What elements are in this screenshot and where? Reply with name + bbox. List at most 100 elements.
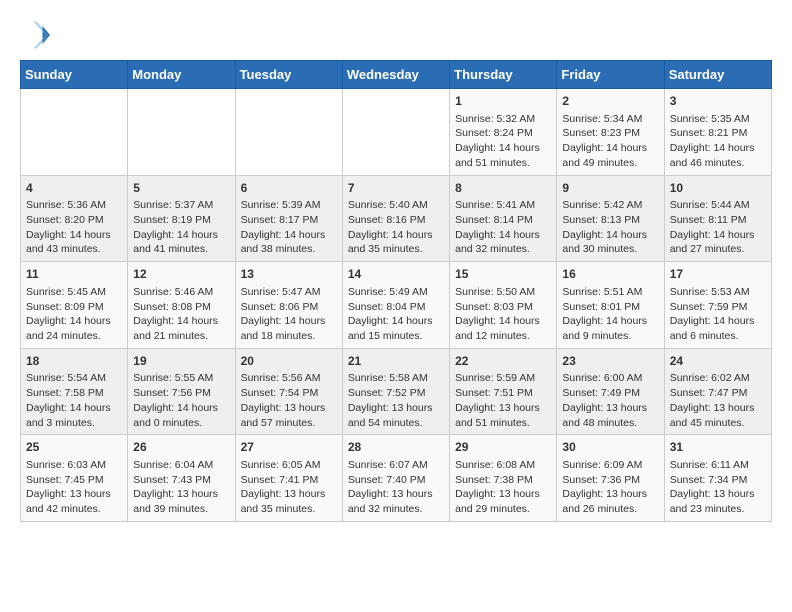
calendar-cell: 24Sunrise: 6:02 AMSunset: 7:47 PMDayligh… — [664, 348, 771, 435]
calendar-cell — [128, 89, 235, 176]
calendar-week-4: 18Sunrise: 5:54 AMSunset: 7:58 PMDayligh… — [21, 348, 772, 435]
calendar-cell: 15Sunrise: 5:50 AMSunset: 8:03 PMDayligh… — [450, 262, 557, 349]
cell-content: Sunset: 7:52 PM — [348, 386, 444, 401]
cell-content: Sunset: 8:20 PM — [26, 213, 122, 228]
cell-content: Sunset: 7:45 PM — [26, 473, 122, 488]
cell-content: Sunset: 7:36 PM — [562, 473, 658, 488]
cell-content: Daylight: 14 hours and 49 minutes. — [562, 141, 658, 170]
calendar-cell: 13Sunrise: 5:47 AMSunset: 8:06 PMDayligh… — [235, 262, 342, 349]
cell-content: Sunset: 8:11 PM — [670, 213, 766, 228]
day-header-sunday: Sunday — [21, 61, 128, 89]
cell-content: Daylight: 14 hours and 30 minutes. — [562, 228, 658, 257]
cell-content: Sunset: 8:21 PM — [670, 126, 766, 141]
cell-content: Daylight: 14 hours and 43 minutes. — [26, 228, 122, 257]
cell-content: Sunrise: 5:44 AM — [670, 198, 766, 213]
calendar-cell: 31Sunrise: 6:11 AMSunset: 7:34 PMDayligh… — [664, 435, 771, 522]
cell-content: Sunrise: 5:54 AM — [26, 371, 122, 386]
cell-content: Sunset: 8:19 PM — [133, 213, 229, 228]
cell-content: Sunrise: 6:11 AM — [670, 458, 766, 473]
cell-content: Sunrise: 5:47 AM — [241, 285, 337, 300]
day-number: 30 — [562, 439, 658, 456]
day-number: 7 — [348, 180, 444, 197]
cell-content: Daylight: 13 hours and 45 minutes. — [670, 401, 766, 430]
cell-content: Daylight: 14 hours and 21 minutes. — [133, 314, 229, 343]
day-number: 25 — [26, 439, 122, 456]
day-number: 12 — [133, 266, 229, 283]
cell-content: Daylight: 14 hours and 0 minutes. — [133, 401, 229, 430]
day-number: 27 — [241, 439, 337, 456]
day-number: 1 — [455, 93, 551, 110]
day-number: 11 — [26, 266, 122, 283]
cell-content: Sunrise: 6:05 AM — [241, 458, 337, 473]
calendar-cell: 10Sunrise: 5:44 AMSunset: 8:11 PMDayligh… — [664, 175, 771, 262]
day-number: 28 — [348, 439, 444, 456]
cell-content: Sunrise: 5:56 AM — [241, 371, 337, 386]
day-header-thursday: Thursday — [450, 61, 557, 89]
cell-content: Sunrise: 5:50 AM — [455, 285, 551, 300]
cell-content: Sunrise: 6:03 AM — [26, 458, 122, 473]
cell-content: Sunrise: 5:32 AM — [455, 112, 551, 127]
cell-content: Sunrise: 6:00 AM — [562, 371, 658, 386]
logo-icon — [20, 20, 50, 50]
cell-content: Sunset: 7:47 PM — [670, 386, 766, 401]
cell-content: Sunrise: 6:07 AM — [348, 458, 444, 473]
cell-content: Daylight: 13 hours and 23 minutes. — [670, 487, 766, 516]
day-number: 31 — [670, 439, 766, 456]
cell-content: Sunrise: 5:49 AM — [348, 285, 444, 300]
cell-content: Daylight: 13 hours and 39 minutes. — [133, 487, 229, 516]
cell-content: Sunset: 7:49 PM — [562, 386, 658, 401]
day-header-saturday: Saturday — [664, 61, 771, 89]
cell-content: Daylight: 14 hours and 38 minutes. — [241, 228, 337, 257]
calendar-week-1: 1Sunrise: 5:32 AMSunset: 8:24 PMDaylight… — [21, 89, 772, 176]
cell-content: Sunset: 8:08 PM — [133, 300, 229, 315]
day-number: 18 — [26, 353, 122, 370]
cell-content: Sunset: 7:56 PM — [133, 386, 229, 401]
cell-content: Sunset: 8:17 PM — [241, 213, 337, 228]
calendar-cell: 14Sunrise: 5:49 AMSunset: 8:04 PMDayligh… — [342, 262, 449, 349]
day-number: 4 — [26, 180, 122, 197]
calendar-cell — [342, 89, 449, 176]
calendar-cell: 25Sunrise: 6:03 AMSunset: 7:45 PMDayligh… — [21, 435, 128, 522]
day-number: 2 — [562, 93, 658, 110]
calendar-cell: 17Sunrise: 5:53 AMSunset: 7:59 PMDayligh… — [664, 262, 771, 349]
day-header-tuesday: Tuesday — [235, 61, 342, 89]
cell-content: Daylight: 14 hours and 32 minutes. — [455, 228, 551, 257]
calendar-cell: 4Sunrise: 5:36 AMSunset: 8:20 PMDaylight… — [21, 175, 128, 262]
cell-content: Daylight: 13 hours and 29 minutes. — [455, 487, 551, 516]
cell-content: Sunset: 8:13 PM — [562, 213, 658, 228]
cell-content: Sunrise: 5:35 AM — [670, 112, 766, 127]
calendar-cell: 6Sunrise: 5:39 AMSunset: 8:17 PMDaylight… — [235, 175, 342, 262]
cell-content: Sunset: 8:14 PM — [455, 213, 551, 228]
day-number: 15 — [455, 266, 551, 283]
calendar-cell: 7Sunrise: 5:40 AMSunset: 8:16 PMDaylight… — [342, 175, 449, 262]
cell-content: Sunrise: 5:40 AM — [348, 198, 444, 213]
calendar-cell: 20Sunrise: 5:56 AMSunset: 7:54 PMDayligh… — [235, 348, 342, 435]
calendar-cell: 30Sunrise: 6:09 AMSunset: 7:36 PMDayligh… — [557, 435, 664, 522]
cell-content: Daylight: 13 hours and 54 minutes. — [348, 401, 444, 430]
calendar-week-2: 4Sunrise: 5:36 AMSunset: 8:20 PMDaylight… — [21, 175, 772, 262]
day-number: 8 — [455, 180, 551, 197]
day-number: 5 — [133, 180, 229, 197]
day-number: 29 — [455, 439, 551, 456]
cell-content: Daylight: 14 hours and 24 minutes. — [26, 314, 122, 343]
calendar-cell: 12Sunrise: 5:46 AMSunset: 8:08 PMDayligh… — [128, 262, 235, 349]
day-number: 3 — [670, 93, 766, 110]
calendar-cell: 27Sunrise: 6:05 AMSunset: 7:41 PMDayligh… — [235, 435, 342, 522]
cell-content: Sunset: 8:01 PM — [562, 300, 658, 315]
cell-content: Sunset: 7:51 PM — [455, 386, 551, 401]
cell-content: Daylight: 14 hours and 6 minutes. — [670, 314, 766, 343]
calendar-cell: 19Sunrise: 5:55 AMSunset: 7:56 PMDayligh… — [128, 348, 235, 435]
day-number: 6 — [241, 180, 337, 197]
day-number: 24 — [670, 353, 766, 370]
cell-content: Sunset: 8:03 PM — [455, 300, 551, 315]
cell-content: Sunrise: 5:42 AM — [562, 198, 658, 213]
cell-content: Daylight: 14 hours and 18 minutes. — [241, 314, 337, 343]
day-header-friday: Friday — [557, 61, 664, 89]
day-number: 19 — [133, 353, 229, 370]
calendar-header-row: SundayMondayTuesdayWednesdayThursdayFrid… — [21, 61, 772, 89]
cell-content: Sunset: 8:06 PM — [241, 300, 337, 315]
calendar-cell: 29Sunrise: 6:08 AMSunset: 7:38 PMDayligh… — [450, 435, 557, 522]
cell-content: Daylight: 13 hours and 35 minutes. — [241, 487, 337, 516]
cell-content: Sunrise: 5:41 AM — [455, 198, 551, 213]
calendar-cell: 11Sunrise: 5:45 AMSunset: 8:09 PMDayligh… — [21, 262, 128, 349]
